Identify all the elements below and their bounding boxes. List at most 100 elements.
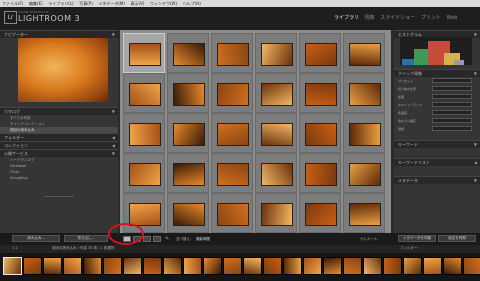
grid-cell[interactable] (255, 193, 297, 233)
photo-thumbnail[interactable] (262, 204, 292, 225)
grid-cell[interactable] (211, 33, 253, 73)
filmstrip-thumbnail[interactable] (24, 258, 41, 274)
grid-cell[interactable] (299, 73, 341, 113)
quick-develop-row-crop[interactable]: 切り抜き比率 (398, 86, 476, 92)
grid-cell[interactable] (211, 113, 253, 153)
filmstrip-thumbnail[interactable] (324, 258, 341, 274)
grid-cell[interactable] (211, 73, 253, 113)
grid-cell[interactable] (123, 33, 165, 73)
filmstrip-thumbnail[interactable] (164, 258, 181, 274)
filmstrip-thumbnail[interactable] (344, 258, 361, 274)
filmstrip-thumbnail[interactable] (224, 258, 241, 274)
photo-thumbnail[interactable] (174, 84, 204, 105)
photo-thumbnail[interactable] (130, 164, 160, 185)
metadata-header[interactable]: メタデータ ▼ (394, 176, 480, 184)
filmstrip-thumbnail[interactable] (304, 258, 321, 274)
grid-cell[interactable] (211, 153, 253, 193)
photo-thumbnail[interactable] (174, 164, 204, 185)
keywords-header[interactable]: キーワード ▼ (394, 140, 480, 148)
grid-cell[interactable] (255, 113, 297, 153)
filmstrip-thumbnail[interactable] (4, 258, 21, 274)
quick-develop-row-treatment[interactable]: 処理 (398, 94, 476, 100)
photo-thumbnail[interactable] (306, 204, 336, 225)
filmstrip-thumbnail[interactable] (124, 258, 141, 274)
menu-library[interactable]: ライブラリ(L) (46, 0, 75, 7)
filmstrip-thumbnail[interactable] (404, 258, 421, 274)
grid-cell[interactable] (123, 153, 165, 193)
filmstrip-thumbnail[interactable] (424, 258, 441, 274)
grid-cell[interactable] (167, 73, 209, 113)
photo-thumbnail[interactable] (218, 124, 248, 145)
grid-cell[interactable] (123, 73, 165, 113)
filmstrip-thumbnail[interactable] (464, 258, 480, 274)
photo-thumbnail[interactable] (306, 164, 336, 185)
grid-cell[interactable] (343, 193, 385, 233)
filmstrip-thumbnail[interactable] (444, 258, 461, 274)
photo-thumbnail[interactable] (174, 124, 204, 145)
grid-cell[interactable] (255, 73, 297, 113)
sync-metadata-button[interactable]: メタデータを同期 (398, 235, 436, 242)
module-print[interactable]: プリント (421, 15, 441, 21)
photo-thumbnail[interactable] (218, 44, 248, 65)
menu-view[interactable]: 表示(V) (129, 0, 147, 7)
photo-thumbnail[interactable] (218, 84, 248, 105)
module-library[interactable]: ライブラリ (334, 15, 359, 21)
grid-cell[interactable] (167, 153, 209, 193)
grid-cell[interactable] (255, 33, 297, 73)
photo-thumbnail[interactable] (130, 124, 160, 145)
menu-metadata[interactable]: メタデータ(M) (96, 0, 127, 7)
import-button[interactable]: 読み込み... (12, 235, 60, 242)
keyword-list-header[interactable]: キーワードリスト ◀ (394, 158, 480, 166)
quick-develop-row-preset[interactable]: プリセット (398, 78, 476, 84)
photo-thumbnail[interactable] (306, 44, 336, 65)
grid-cell[interactable] (255, 153, 297, 193)
navigator-preview[interactable] (18, 38, 108, 102)
grid-cell[interactable] (343, 113, 385, 153)
photo-thumbnail[interactable] (130, 204, 160, 225)
photo-thumbnail[interactable] (174, 44, 204, 65)
filter-label[interactable]: フィルター： (400, 246, 421, 251)
grid-cell[interactable] (343, 33, 385, 73)
export-button[interactable]: 書き出し... (64, 235, 108, 242)
photo-thumbnail[interactable] (350, 44, 380, 65)
filmstrip-thumbnail[interactable] (384, 258, 401, 274)
filmstrip[interactable] (0, 253, 480, 281)
source-path[interactable]: 前回の読み込み / 写真 30 枚 / 1 枚選択 (52, 246, 114, 251)
catalog-header[interactable]: カタログ ▼ (0, 107, 118, 115)
grid-cell[interactable] (343, 153, 385, 193)
module-slideshow[interactable]: スライドショー (380, 15, 415, 21)
collections-header[interactable]: コレクション ◀ (0, 141, 118, 149)
spray-can-icon[interactable]: ✎ (165, 236, 171, 242)
photo-thumbnail[interactable] (262, 124, 292, 145)
folders-header[interactable]: フォルダー ◀ (0, 133, 118, 141)
photo-thumbnail[interactable] (218, 204, 248, 225)
grid-cell[interactable] (299, 153, 341, 193)
filmstrip-thumbnail[interactable] (44, 258, 61, 274)
filmstrip-thumbnail[interactable] (144, 258, 161, 274)
grid-cell[interactable] (167, 193, 209, 233)
navigator-header[interactable]: ナビゲーター ▼ (0, 30, 118, 38)
publish-services-header[interactable]: 公開サービス ▼ (0, 149, 118, 157)
photo-thumbnail[interactable] (130, 84, 160, 105)
survey-view-icon[interactable] (153, 236, 161, 242)
secondary-window-toggle[interactable]: 1 2 (12, 246, 18, 250)
menu-window[interactable]: ウィンドウ(W) (148, 0, 179, 7)
filmstrip-thumbnail[interactable] (284, 258, 301, 274)
photo-thumbnail[interactable] (130, 44, 160, 65)
photo-thumbnail[interactable] (262, 84, 292, 105)
filmstrip-thumbnail[interactable] (184, 258, 201, 274)
compare-view-icon[interactable] (143, 236, 151, 242)
quick-develop-row-tint[interactable]: 色かぶり補正 (398, 118, 476, 124)
photo-thumbnail[interactable] (306, 84, 336, 105)
filmstrip-thumbnail[interactable] (84, 258, 101, 274)
filmstrip-thumbnail[interactable] (264, 258, 281, 274)
publish-item-smugmug[interactable]: SmugMug (0, 175, 118, 181)
sync-settings-button[interactable]: 設定を同期 (438, 235, 476, 242)
quick-develop-row-white-balance[interactable]: ホワイトバランス (398, 102, 476, 108)
menu-photo[interactable]: 写真(P) (77, 0, 95, 7)
photo-thumbnail[interactable] (262, 164, 292, 185)
grid-cell[interactable] (299, 33, 341, 73)
photo-thumbnail[interactable] (262, 44, 292, 65)
thumbnail-grid[interactable] (120, 30, 391, 233)
menu-file[interactable]: ファイル(F) (0, 0, 25, 7)
